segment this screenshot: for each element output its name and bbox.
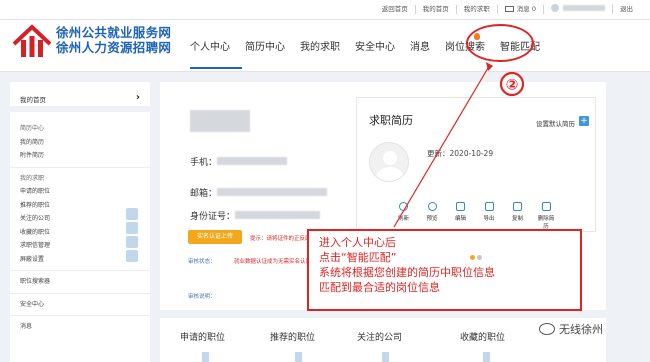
messages-link[interactable]: 消息 0 [498, 4, 544, 14]
audit-status-label: 审核状态： [188, 259, 216, 265]
nav-active-underline [190, 67, 242, 69]
divider [10, 315, 150, 316]
callout-line-2: 点击“智能匹配” [319, 251, 397, 264]
top-links: 返回首页 我的首页 我的求职 消息 0 退出 [375, 4, 640, 14]
user-name-blur [190, 110, 250, 132]
sidebar-item-search[interactable]: 职位搜索器 [20, 275, 150, 289]
username-blur [563, 5, 605, 11]
site-name: 徐州公共就业服务网 徐州人力资源招聘网 [56, 25, 172, 55]
delete-icon [541, 202, 551, 211]
resume-photo [369, 142, 409, 182]
watermark: 无线徐州 [539, 321, 603, 337]
sidebar-title-resume: 简历中心 [20, 125, 45, 132]
sidebar-item-attachment[interactable]: 附件简历 [20, 149, 150, 163]
site-logo-icon [12, 24, 52, 57]
callout-line-3: 系统将根据您创建的简历中职位信息 [319, 266, 495, 279]
smart-match-highlight [466, 24, 534, 62]
home-link[interactable]: 返回首页 [375, 4, 416, 14]
set-default-resume-link[interactable]: 设置默认简历 [536, 118, 575, 128]
id-number-field: 身份证号： [190, 209, 321, 222]
stat-bar [483, 352, 490, 362]
carousel-dot[interactable] [477, 255, 482, 260]
stat-applied[interactable]: 申请的职位 [180, 330, 225, 343]
nav-my-jobs[interactable]: 我的求职 [300, 38, 340, 53]
edit-icon [456, 202, 465, 211]
sidebar-item-applied[interactable]: 申请的职位 [20, 185, 150, 199]
stat-bar [202, 352, 209, 362]
resume-actions: 刷新 预览 编辑 导出 复制 删除简历 [393, 202, 564, 230]
sidebar: 我的首页 › 简历中心 我的简历 附件简历 我的求职 申请的职位 推荐的职位 关… [10, 82, 150, 362]
sidebar-title-jobs: 我的求职 [20, 174, 45, 182]
wechat-icon [539, 323, 555, 335]
callout-line-4: 匹配到最合适的岗位信息 [319, 281, 440, 294]
my-home-link[interactable]: 我的首页 [416, 4, 457, 14]
resume-panel: 求职简历 设置默认简历 + 更新：2020-10-29 刷新 预览 编辑 导出 … [356, 97, 596, 232]
avatar [551, 4, 559, 12]
divider [10, 292, 150, 294]
sidebar-resume-section: 简历中心 我的简历 附件简历 [10, 112, 150, 163]
stat-recommended[interactable]: 推荐的职位 [270, 330, 315, 343]
delete-resume-button[interactable]: 删除简历 [536, 202, 557, 230]
refresh-button[interactable]: 刷新 [393, 202, 414, 230]
sidebar-item-message[interactable]: 消息 [20, 320, 150, 334]
header: 徐州公共就业服务网 徐州人力资源招聘网 个人中心 简历中心 我的求职 安全中心 … [0, 20, 650, 72]
mail-icon [504, 5, 514, 12]
copy-icon [513, 202, 522, 211]
count-indicator [126, 208, 138, 220]
count-indicator [126, 236, 138, 248]
callout-line-1: 进入个人中心后 [319, 236, 396, 249]
sidebar-item-my-resume[interactable]: 我的简历 [20, 136, 150, 150]
stat-followed[interactable]: 关注的公司 [357, 330, 402, 343]
phone-field: 手机： [190, 155, 288, 168]
resume-title: 求职简历 [369, 114, 413, 127]
export-icon [484, 202, 494, 211]
preview-button[interactable]: 预览 [422, 202, 443, 230]
my-jobs-link[interactable]: 我的求职 [457, 4, 498, 14]
export-button[interactable]: 导出 [479, 202, 500, 230]
nav-personal-center[interactable]: 个人中心 [190, 38, 230, 53]
copy-button[interactable]: 复制 [507, 202, 528, 230]
audit-explain-label: 审核说明： [188, 294, 216, 300]
count-indicator [126, 222, 138, 234]
sidebar-item-home[interactable]: 我的首页 › [10, 82, 150, 112]
stat-bar [382, 352, 389, 362]
preview-icon [427, 202, 437, 211]
email-field: 邮箱： [190, 186, 328, 199]
instruction-callout: 进入个人中心后 点击“智能匹配” 系统将根据您创建的简历中职位信息 匹配到最合适… [307, 229, 582, 311]
stat-bar [295, 352, 302, 362]
add-resume-icon[interactable]: + [579, 116, 589, 126]
audit-status-value: 就业数据认证成为无需实名认证 [234, 259, 312, 265]
divider [10, 166, 150, 168]
sidebar-item-security[interactable]: 安全中心 [20, 298, 150, 312]
nav-messages[interactable]: 消息 [410, 38, 430, 53]
refresh-icon [399, 202, 408, 211]
top-bar: 返回首页 我的首页 我的求职 消息 0 退出 [0, 0, 650, 20]
carousel-dots [470, 245, 484, 264]
nav-resume-center[interactable]: 简历中心 [245, 38, 285, 53]
carousel-dot-active[interactable] [470, 255, 475, 260]
stat-favorites[interactable]: 收藏的职位 [460, 330, 505, 343]
nav-security[interactable]: 安全中心 [355, 38, 395, 53]
logout-link[interactable]: 退出 [613, 5, 640, 14]
edit-button[interactable]: 编辑 [450, 202, 471, 230]
divider [10, 270, 150, 271]
user-menu[interactable] [544, 4, 613, 14]
count-indicator [126, 250, 138, 262]
chevron-right-icon: › [135, 92, 140, 103]
verify-upload-button[interactable]: 实名认证上传 [188, 230, 242, 244]
resume-updated-date: 更新：2020-10-29 [427, 149, 494, 158]
